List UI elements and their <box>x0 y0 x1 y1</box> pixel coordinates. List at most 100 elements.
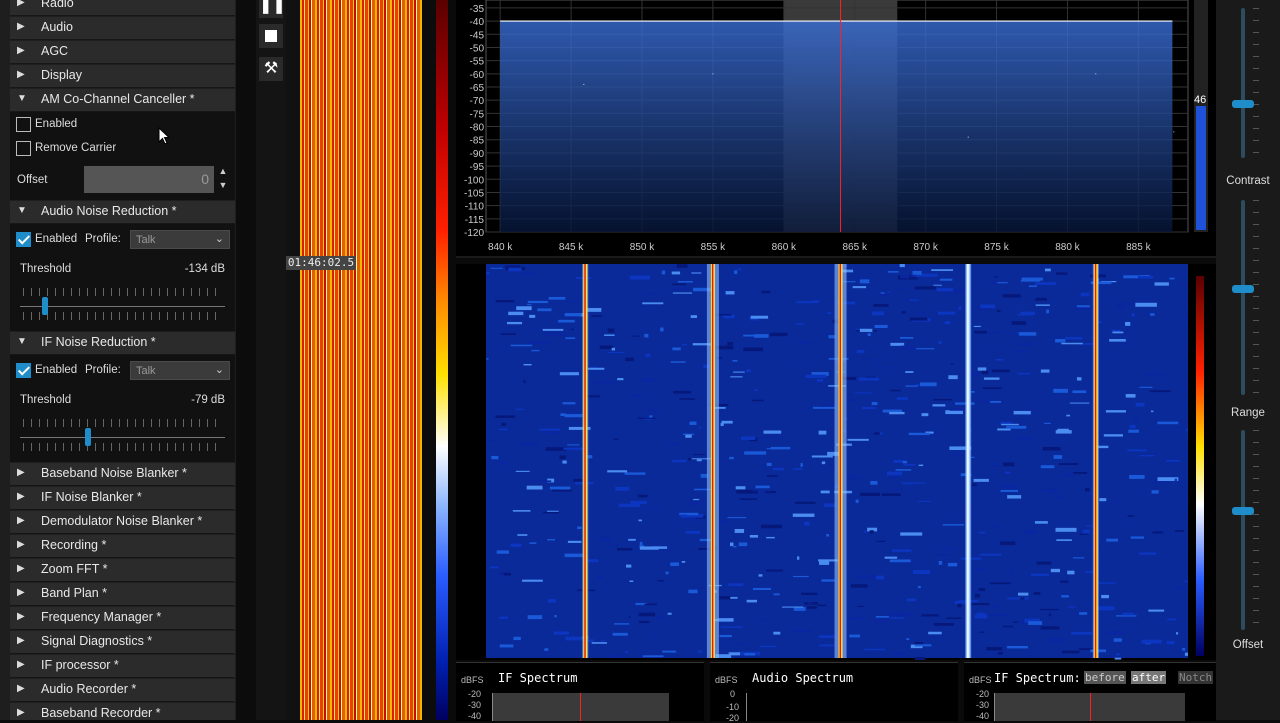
waterfall-texture <box>638 418 656 419</box>
waterfall-texture <box>498 461 508 464</box>
audio-spectrum-panel[interactable]: dBFS Audio Spectrum 0 -10 -20 <box>710 662 958 721</box>
section-header[interactable]: ▼AM Co-Channel Canceller * <box>10 89 235 112</box>
waterfall-texture <box>1007 597 1029 599</box>
waterfall-texture <box>760 646 776 647</box>
section-header[interactable]: ▶AGC <box>10 41 235 64</box>
waterfall-texture <box>547 539 555 540</box>
waterfall-texture <box>1000 541 1015 545</box>
waterfall-texture <box>974 331 987 334</box>
spin-up-button[interactable]: ▲ <box>216 166 230 179</box>
section-header[interactable]: ▶Display <box>10 65 235 88</box>
waterfall-texture <box>719 596 730 599</box>
after-button[interactable]: after <box>1131 671 1166 684</box>
if-spectrum-panel[interactable]: dBFS IF Spectrum -20 -30 -40 <box>456 662 704 721</box>
waterfall-texture <box>1068 606 1075 607</box>
section-header[interactable]: ▶Frequency Manager * <box>10 607 235 630</box>
section-header[interactable]: ▶Recording * <box>10 535 235 558</box>
audio-nr-body: Enabled Profile: Talk ⌄ Threshold -134 d… <box>10 224 235 331</box>
if-nr-enabled-checkbox[interactable] <box>16 363 31 378</box>
panel-splitter[interactable] <box>236 0 256 720</box>
waterfall-texture <box>919 465 923 466</box>
waterfall-texture <box>892 549 911 551</box>
zoom-waterfall[interactable] <box>456 264 1216 660</box>
y-tick-label: -105 <box>464 188 484 199</box>
if-spectrum-after-panel[interactable]: dBFS IF Spectrum: before after Notch -20… <box>964 662 1216 721</box>
if-nr-threshold-slider[interactable] <box>85 428 91 446</box>
audio-nr-profile-select[interactable]: Talk ⌄ <box>130 230 230 249</box>
enabled-checkbox[interactable] <box>16 117 31 132</box>
offset-spinbox[interactable]: 0 <box>84 166 214 193</box>
section-header[interactable]: ▶Signal Diagnostics * <box>10 631 235 654</box>
waterfall-texture <box>568 541 582 543</box>
range-slider[interactable] <box>1232 285 1254 293</box>
section-header[interactable]: ▶IF processor * <box>10 655 235 678</box>
section-header[interactable]: ▶Demodulator Noise Blanker * <box>10 511 235 534</box>
offset-slider[interactable] <box>1232 507 1254 515</box>
waterfall-texture <box>626 565 631 568</box>
waterfall-texture <box>677 264 688 268</box>
spectrum-display[interactable]: -35-40-45-50-55-60-65-70-75-80-85-90-95-… <box>456 0 1216 258</box>
waterfall-texture <box>595 380 611 383</box>
spectrum-plot[interactable]: -35-40-45-50-55-60-65-70-75-80-85-90-95-… <box>456 0 1216 258</box>
waterfall-texture <box>727 342 733 345</box>
if-nr-profile-select[interactable]: Talk ⌄ <box>130 361 230 380</box>
tools-button[interactable]: ⚒ <box>259 57 283 81</box>
waterfall-texture <box>688 590 697 594</box>
section-header[interactable]: ▶Zoom FFT * <box>10 559 235 582</box>
waterfall-texture <box>895 652 903 655</box>
waterfall-texture <box>668 613 672 615</box>
waterfall-texture <box>740 498 758 499</box>
waterfall-texture <box>905 371 913 373</box>
contrast-slider[interactable] <box>1232 100 1254 108</box>
waterfall-texture <box>1115 303 1134 305</box>
y-tick-label: -35 <box>470 4 485 15</box>
waterfall-texture <box>693 454 705 455</box>
waterfall-texture <box>937 288 954 291</box>
waterfall-texture <box>662 271 665 275</box>
waterfall-texture <box>1018 593 1028 596</box>
waterfall-texture <box>1085 488 1090 491</box>
waterfall-texture <box>733 546 737 547</box>
section-header[interactable]: ▶Band Plan * <box>10 583 235 606</box>
waterfall-texture <box>497 550 509 553</box>
waterfall-texture <box>934 431 938 434</box>
section-if-noise-reduction[interactable]: ▼ IF Noise Reduction * <box>10 332 235 355</box>
waterfall-texture <box>673 391 691 394</box>
waterfall-texture <box>698 427 701 429</box>
section-header[interactable]: ▶Audio Recorder * <box>10 679 235 702</box>
section-header[interactable]: ▶Audio <box>10 17 235 40</box>
before-button[interactable]: before <box>1084 671 1126 684</box>
waterfall-texture <box>1073 557 1085 558</box>
section-label: Band Plan * <box>41 586 107 600</box>
section-audio-noise-reduction[interactable]: ▼ Audio Noise Reduction * <box>10 201 235 224</box>
waterfall-texture <box>858 606 864 607</box>
stop-button[interactable] <box>259 24 283 48</box>
remove-carrier-checkbox[interactable] <box>16 141 31 156</box>
section-header[interactable]: ▶Baseband Recorder * <box>10 703 235 720</box>
section-header[interactable]: ▶Baseband Noise Blanker * <box>10 463 235 486</box>
waterfall-texture <box>767 448 779 449</box>
pause-button[interactable]: ❚❚ <box>259 0 283 18</box>
audio-nr-threshold-slider[interactable] <box>42 297 48 315</box>
section-header[interactable]: ▶IF Noise Blanker * <box>10 487 235 510</box>
spin-down-button[interactable]: ▼ <box>216 180 230 193</box>
waterfall-texture <box>887 292 890 293</box>
waterfall-texture <box>1044 423 1050 424</box>
waterfall-texture <box>614 623 629 624</box>
waterfall-texture <box>610 544 619 545</box>
waterfall-plot[interactable] <box>456 264 1216 660</box>
section-header[interactable]: ▶Radio <box>10 0 235 16</box>
waterfall-texture <box>1041 465 1055 468</box>
waterfall-texture <box>1125 322 1130 326</box>
waterfall-texture <box>987 614 1008 616</box>
notch-button[interactable]: Notch <box>1178 671 1213 684</box>
waterfall-texture <box>1138 276 1153 279</box>
waterfall-texture <box>954 512 975 513</box>
slider-track <box>20 306 225 307</box>
waterfall-texture <box>875 645 883 647</box>
waterfall-texture <box>565 313 582 316</box>
waterfall-texture <box>1028 621 1042 625</box>
waterfall-texture <box>619 504 640 507</box>
wideband-waterfall[interactable] <box>300 0 422 720</box>
audio-nr-enabled-checkbox[interactable] <box>16 232 31 247</box>
